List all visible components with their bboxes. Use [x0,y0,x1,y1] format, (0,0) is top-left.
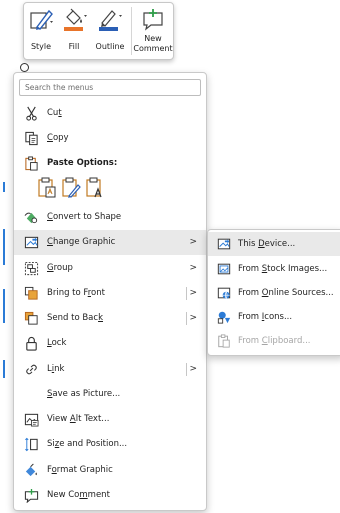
menu-item-label: New Comment [47,490,110,500]
paste-keep-source-icon[interactable] [37,177,57,199]
menu-item-group[interactable]: Group > [14,256,206,281]
group-icon [24,261,39,276]
page: Style Fill Outline New Comment Search th… [0,0,340,513]
menu-item-copy[interactable]: Copy [14,126,206,151]
this-device-icon [217,238,231,250]
menu-item-label: Change Graphic [47,237,116,247]
size-position-icon [25,437,38,452]
new-comment-label-line2: Comment [133,44,173,53]
submenu-item-label: From Icons... [238,312,293,322]
format-graphic-icon [25,463,37,477]
submenu-item-this-device[interactable]: This Device... [208,232,340,256]
submenu-item-icons[interactable]: From Icons... [208,305,340,329]
change-graphic-icon [24,236,39,249]
context-menu: Cut Copy Paste Options: [13,72,207,511]
menu-item-label: Link [47,364,65,374]
fill-label: Fill [68,42,80,51]
menu-item-label: Lock [47,338,67,348]
submenu-item-label: This Device... [238,239,296,249]
selection-bar [3,289,5,323]
menu-item-new-comment[interactable]: New Comment [14,483,206,508]
menu-item-paste-options: Paste Options: [14,151,206,176]
menu-item-lock[interactable]: Lock [14,331,206,356]
menu-item-label: View Alt Text... [47,414,110,424]
chevron-right-icon[interactable]: > [189,357,197,382]
outline-button[interactable]: Outline [90,3,130,59]
paste-options-label: Paste Options: [47,158,118,168]
menu-item-bring-to-front[interactable]: Bring to Front > [14,281,206,306]
submenu-item-online-sources[interactable]: From Online Sources... [208,281,340,305]
paste-text-only-icon[interactable] [85,177,105,199]
lock-icon [26,336,37,351]
icons-icon [217,311,231,324]
shape-style-icon [30,9,53,30]
style-button[interactable]: Style [24,3,58,59]
menu-item-label: Bring to Front [47,288,105,298]
link-icon [26,364,37,375]
chevron-right-icon: > [189,263,197,273]
copy-icon [25,131,38,146]
menu-item-label: Send to Back [47,313,103,323]
chevron-right-icon: > [189,237,197,247]
selection-bar [3,229,5,265]
scissors-icon [26,106,37,121]
stock-images-icon [217,263,231,275]
new-comment-label-line1: New [144,34,162,43]
menu-item-label: Convert to Shape [47,212,122,222]
menu-item-size-and-position[interactable]: Size and Position... [14,432,206,457]
submenu-item-from-clipboard: From Clipboard... [208,329,340,353]
submenu-item-stock-images[interactable]: From Stock Images... [208,257,340,281]
menu-item-label: Group [47,263,73,273]
bring-to-front-icon [24,286,38,300]
menu-item-view-alt-text[interactable]: View Alt Text... [14,407,206,432]
menu-item-label: Format Graphic [47,465,113,475]
menu-item-cut[interactable]: Cut [14,101,206,126]
menu-item-format-graphic[interactable]: Format Graphic [14,458,206,483]
convert-to-shape-icon [24,212,38,224]
submenu-item-label: From Clipboard... [238,336,311,346]
menu-item-label: Save as Picture... [47,389,121,399]
chevron-right-icon[interactable]: > [189,306,197,331]
change-graphic-submenu: This Device... From Stock Images... From… [207,229,340,356]
fill-button[interactable]: Fill [58,3,90,59]
submenu-item-label: From Stock Images... [238,264,328,274]
selection-bar [3,360,5,378]
menu-item-save-as-picture[interactable]: Save as Picture... [14,382,206,407]
alt-text-icon [24,413,39,427]
menu-item-link[interactable]: Link > [14,357,206,382]
selection-bar [3,182,5,192]
menu-item-label: Size and Position... [47,439,128,449]
new-comment-icon [24,488,39,503]
paint-bucket-icon [64,8,87,31]
clipboard-paste-icon [218,334,230,348]
split-divider [186,363,187,376]
submenu-item-label: From Online Sources... [238,288,334,298]
menu-item-change-graphic[interactable]: Change Graphic > [14,230,206,255]
paste-picture-icon[interactable] [61,177,81,199]
chevron-right-icon[interactable]: > [189,281,197,306]
pen-outline-icon [99,10,122,31]
split-divider [186,287,187,300]
new-comment-icon [143,9,163,31]
clipboard-icon [25,156,38,171]
new-comment-button[interactable]: New Comment [132,3,174,59]
split-divider [186,312,187,325]
mini-toolbar: Style Fill Outline New Comment [23,2,174,60]
menu-search-input[interactable] [19,79,201,96]
rotation-handle[interactable] [20,63,29,72]
send-to-back-icon [24,311,38,325]
outline-label: Outline [95,42,125,51]
style-label: Style [30,42,52,51]
menu-item-label: Copy [47,133,69,143]
menu-item-send-to-back[interactable]: Send to Back > [14,306,206,331]
online-sources-icon [217,287,231,300]
menu-item-label: Cut [47,108,62,118]
menu-item-convert-to-shape[interactable]: Convert to Shape [14,205,206,230]
